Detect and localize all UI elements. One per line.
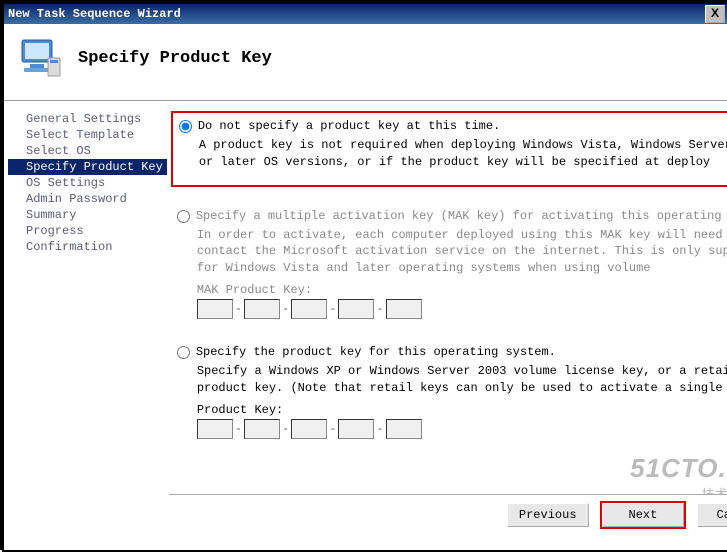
close-icon[interactable]: X bbox=[705, 5, 725, 23]
step-select-os[interactable]: Select OS bbox=[8, 143, 167, 159]
step-specify-product-key[interactable]: Specify Product Key bbox=[8, 159, 167, 175]
radio-no-key[interactable] bbox=[179, 120, 192, 133]
step-confirmation[interactable]: Confirmation bbox=[8, 239, 167, 255]
step-summary[interactable]: Summary bbox=[8, 207, 167, 223]
cancel-button[interactable]: Cancel bbox=[697, 503, 727, 527]
computer-icon bbox=[16, 34, 64, 82]
option-product-key-desc: Specify a Windows XP or Windows Server 2… bbox=[197, 363, 727, 397]
wizard-steps-sidebar: General Settings Select Template Select … bbox=[4, 101, 167, 531]
step-select-template[interactable]: Select Template bbox=[8, 127, 167, 143]
page-title: Specify Product Key bbox=[78, 49, 272, 68]
previous-button[interactable]: Previous bbox=[507, 503, 589, 527]
option-no-key-desc: A product key is not required when deplo… bbox=[199, 137, 727, 171]
wizard-content: Do not specify a product key at this tim… bbox=[167, 101, 727, 531]
watermark-big: 51CTO.com bbox=[630, 453, 727, 484]
option-mak-key: Specify a multiple activation key (MAK k… bbox=[171, 205, 727, 323]
radio-mak-key[interactable] bbox=[177, 210, 190, 223]
option-product-key: Specify the product key for this operati… bbox=[171, 341, 727, 443]
title-bar: New Task Sequence Wizard X bbox=[4, 4, 727, 24]
wizard-header: Specify Product Key bbox=[4, 24, 727, 101]
next-button[interactable]: Next bbox=[602, 503, 684, 527]
wizard-footer: Previous Next Cancel bbox=[169, 494, 727, 529]
product-key-label: Product Key: bbox=[197, 403, 727, 417]
step-progress[interactable]: Progress bbox=[8, 223, 167, 239]
option-no-key-title: Do not specify a product key at this tim… bbox=[198, 119, 500, 133]
product-key-input[interactable]: - - - - bbox=[197, 419, 727, 439]
step-os-settings[interactable]: OS Settings bbox=[8, 175, 167, 191]
option-product-key-title: Specify the product key for this operati… bbox=[196, 345, 556, 359]
step-admin-password[interactable]: Admin Password bbox=[8, 191, 167, 207]
window-title: New Task Sequence Wizard bbox=[8, 4, 181, 24]
radio-product-key[interactable] bbox=[177, 346, 190, 359]
option-mak-key-title: Specify a multiple activation key (MAK k… bbox=[196, 209, 727, 223]
option-no-key: Do not specify a product key at this tim… bbox=[171, 111, 727, 187]
option-mak-key-desc: In order to activate, each computer depl… bbox=[197, 227, 727, 277]
mak-key-input[interactable]: - - - - bbox=[197, 299, 727, 319]
mak-key-label: MAK Product Key: bbox=[197, 283, 727, 297]
step-general-settings[interactable]: General Settings bbox=[8, 111, 167, 127]
